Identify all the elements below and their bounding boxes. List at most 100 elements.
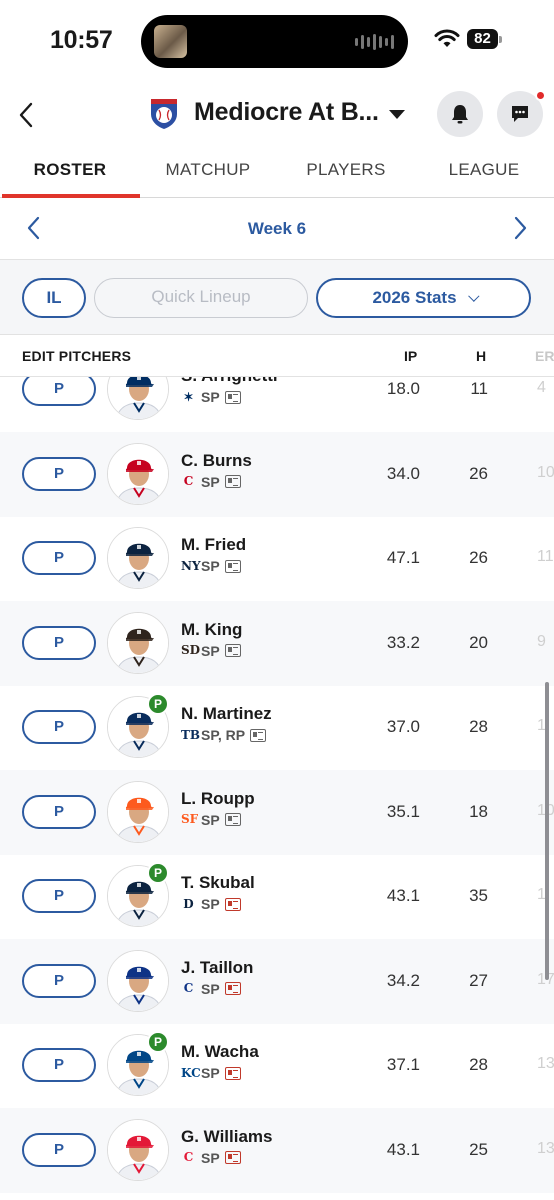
next-week-chevron-icon[interactable] bbox=[510, 215, 530, 241]
messages-button[interactable] bbox=[497, 90, 546, 137]
stat-er: 10 bbox=[537, 463, 554, 481]
slot-button[interactable]: P bbox=[22, 879, 96, 913]
team-logo-icon: NY bbox=[181, 558, 201, 573]
player-headshot-icon bbox=[108, 377, 168, 419]
news-icon[interactable] bbox=[224, 390, 241, 404]
player-row[interactable]: P P M. Wacha KC SP 37.1 28 13 bbox=[0, 1023, 554, 1108]
now-playing-artwork bbox=[154, 25, 187, 58]
tab-players[interactable]: PLAYERS bbox=[276, 160, 416, 180]
slot-button[interactable]: P bbox=[22, 1132, 96, 1167]
player-name[interactable]: M. King bbox=[181, 620, 242, 640]
player-row[interactable]: P M. Fried NY SP 47.1 26 11 bbox=[0, 516, 554, 601]
news-icon[interactable] bbox=[224, 1066, 241, 1080]
battery-level: 82 bbox=[467, 29, 498, 49]
player-name[interactable]: G. Williams bbox=[181, 1127, 272, 1147]
stat-h: 26 bbox=[469, 463, 488, 483]
player-meta: SF SP bbox=[181, 811, 241, 829]
player-row[interactable]: P M. King SD SP 33.2 20 9 bbox=[0, 600, 554, 686]
news-icon[interactable] bbox=[224, 475, 241, 488]
player-name[interactable]: J. Taillon bbox=[181, 958, 253, 978]
team-logo-icon: SD bbox=[181, 643, 201, 657]
team-logo-icon: C bbox=[183, 474, 194, 488]
news-icon[interactable] bbox=[224, 1151, 241, 1164]
tab-roster[interactable]: ROSTER bbox=[0, 160, 140, 180]
player-row[interactable]: P P N. Martinez TB SP, RP 37.0 28 1 bbox=[0, 685, 554, 770]
team-switch-chevron-down-icon[interactable] bbox=[389, 110, 405, 119]
player-row[interactable]: P L. Roupp SF SP 35.1 18 bbox=[0, 769, 554, 855]
player-meta: C SP bbox=[181, 473, 241, 491]
news-icon[interactable] bbox=[224, 982, 241, 995]
player-positions: SP bbox=[201, 980, 220, 997]
player-headshot-icon bbox=[108, 528, 168, 588]
team-name[interactable]: Mediocre At B... bbox=[194, 98, 379, 127]
quick-lineup-button[interactable]: Quick Lineup bbox=[94, 278, 308, 318]
stat-h: 35 bbox=[469, 886, 488, 905]
column-header-h[interactable]: H bbox=[476, 348, 486, 364]
chevron-down-icon bbox=[467, 290, 480, 302]
stat-ip: 34.2 bbox=[386, 970, 420, 990]
notifications-button[interactable] bbox=[437, 91, 483, 137]
player-avatar[interactable] bbox=[107, 1118, 169, 1181]
slot-button[interactable]: P bbox=[22, 625, 96, 660]
news-icon[interactable] bbox=[224, 813, 241, 826]
player-name[interactable]: M. Fried bbox=[181, 535, 246, 555]
player-headshot-icon bbox=[108, 443, 168, 504]
stat-h: 26 bbox=[469, 548, 488, 567]
player-row[interactable]: P P T. Skubal D SP 43.1 35 1 bbox=[0, 854, 554, 939]
player-avatar[interactable] bbox=[107, 377, 169, 420]
player-avatar[interactable] bbox=[107, 527, 169, 589]
player-avatar[interactable] bbox=[107, 780, 169, 843]
chat-bubble-icon bbox=[512, 106, 528, 122]
player-name[interactable]: N. Martinez bbox=[181, 704, 272, 724]
news-icon[interactable] bbox=[224, 897, 241, 911]
tab-league[interactable]: LEAGUE bbox=[414, 160, 554, 180]
probable-starter-badge: P bbox=[147, 862, 169, 884]
slot-button[interactable]: P bbox=[22, 456, 96, 491]
news-icon[interactable] bbox=[250, 728, 267, 742]
slot-button[interactable]: P bbox=[22, 1048, 96, 1082]
player-row[interactable]: P C. Burns C SP 34.0 26 10 bbox=[0, 431, 554, 517]
player-row[interactable]: P J. Taillon C SP 34.2 27 bbox=[0, 938, 554, 1024]
column-header-ip[interactable]: IP bbox=[404, 348, 417, 364]
week-label[interactable]: Week 6 bbox=[0, 219, 554, 239]
stat-h: 11 bbox=[470, 379, 488, 398]
team-logo-icon: SF bbox=[181, 812, 199, 826]
player-name[interactable]: C. Burns bbox=[181, 451, 252, 471]
battery-icon: 82 bbox=[467, 29, 503, 49]
slot-button[interactable]: P bbox=[22, 963, 96, 998]
player-positions: SP bbox=[201, 389, 220, 405]
app-header: Mediocre At B... bbox=[0, 84, 554, 146]
back-chevron-icon[interactable] bbox=[12, 98, 42, 132]
scrollbar[interactable] bbox=[545, 682, 549, 980]
tab-matchup[interactable]: MATCHUP bbox=[138, 160, 278, 180]
news-icon[interactable] bbox=[224, 644, 241, 657]
filter-bar: IL Quick Lineup 2026 Stats bbox=[0, 259, 554, 335]
section-title[interactable]: EDIT PITCHERS bbox=[22, 348, 131, 364]
dynamic-island[interactable] bbox=[141, 15, 408, 68]
column-header-er[interactable]: ER bbox=[535, 348, 554, 364]
player-row[interactable]: P G. Williams C SP 43.1 25 13 bbox=[0, 1107, 554, 1193]
slot-button[interactable]: P bbox=[22, 794, 96, 829]
status-bar: 10:57 82 bbox=[0, 0, 554, 80]
player-meta: C SP bbox=[181, 980, 241, 998]
player-avatar[interactable] bbox=[107, 949, 169, 1012]
status-time: 10:57 bbox=[50, 26, 113, 54]
player-name[interactable]: L. Roupp bbox=[181, 789, 255, 809]
player-avatar[interactable] bbox=[107, 611, 169, 674]
player-name[interactable]: S. Arrighetti bbox=[181, 377, 278, 386]
player-name[interactable]: M. Wacha bbox=[181, 1042, 259, 1062]
slot-button[interactable]: P bbox=[22, 541, 96, 575]
stat-ip: 43.1 bbox=[386, 886, 420, 905]
stats-dropdown[interactable]: 2026 Stats bbox=[316, 278, 531, 318]
player-avatar[interactable] bbox=[107, 442, 169, 505]
news-icon[interactable] bbox=[224, 559, 241, 573]
player-positions: SP bbox=[201, 896, 220, 912]
team-logo-icon: ✶ bbox=[183, 389, 194, 404]
slot-button[interactable]: P bbox=[22, 377, 96, 406]
slot-button[interactable]: P bbox=[22, 710, 96, 744]
player-name[interactable]: T. Skubal bbox=[181, 873, 255, 893]
player-row[interactable]: P S. Arrighetti ✶ SP 18.0 1 bbox=[0, 377, 554, 432]
player-meta: SD SP bbox=[181, 642, 241, 660]
il-button[interactable]: IL bbox=[22, 278, 86, 318]
stat-ip: 43.1 bbox=[386, 1139, 420, 1159]
